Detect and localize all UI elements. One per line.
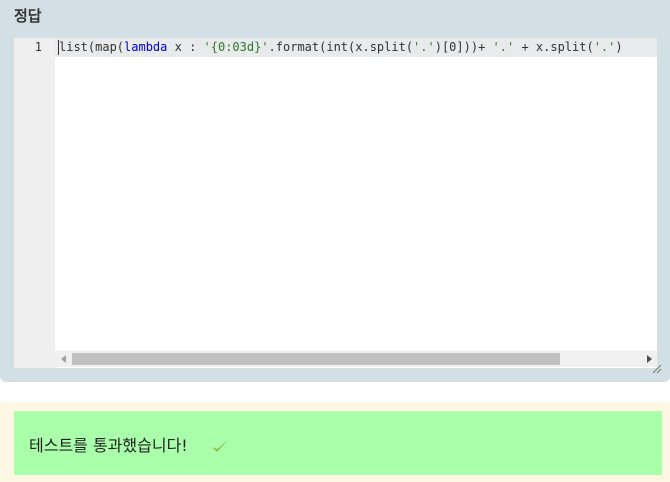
answer-panel: 정답 1 list(map(lambda x : '{0:03d}'.forma… [0,0,670,382]
scrollbar-thumb[interactable] [72,353,560,365]
code-editor[interactable]: 1 list(map(lambda x : '{0:03d}'.format(i… [14,38,657,368]
code-token: '.' [413,40,435,54]
line-number: 1 [34,40,42,54]
check-icon [212,440,228,452]
code-line[interactable]: list(map(lambda x : '{0:03d}'.format(int… [59,39,623,56]
code-token: )[0]))+ [434,40,493,54]
code-token: ) [615,40,623,54]
horizontal-scrollbar[interactable] [55,351,657,367]
code-token: list(map( [59,40,125,54]
text-cursor [58,40,59,55]
line-number-gutter: 1 [14,38,55,368]
resize-grip-icon[interactable] [650,362,662,374]
code-token: '{0:03d}' [203,40,269,54]
answer-title: 정답 [14,7,42,25]
code-token: lambda [124,40,168,54]
code-token: .format(int(x.split( [268,40,414,54]
code-token: x : [167,40,204,54]
result-panel: 테스트를 통과했습니다! [0,402,670,482]
code-token: + x.split( [514,40,594,54]
code-token: '.' [492,40,515,54]
scroll-left-arrow-icon[interactable] [61,355,66,363]
code-token: '.' [593,40,616,54]
result-message: 테스트를 통과했습니다! [29,436,188,455]
result-box: 테스트를 통과했습니다! [14,411,662,475]
